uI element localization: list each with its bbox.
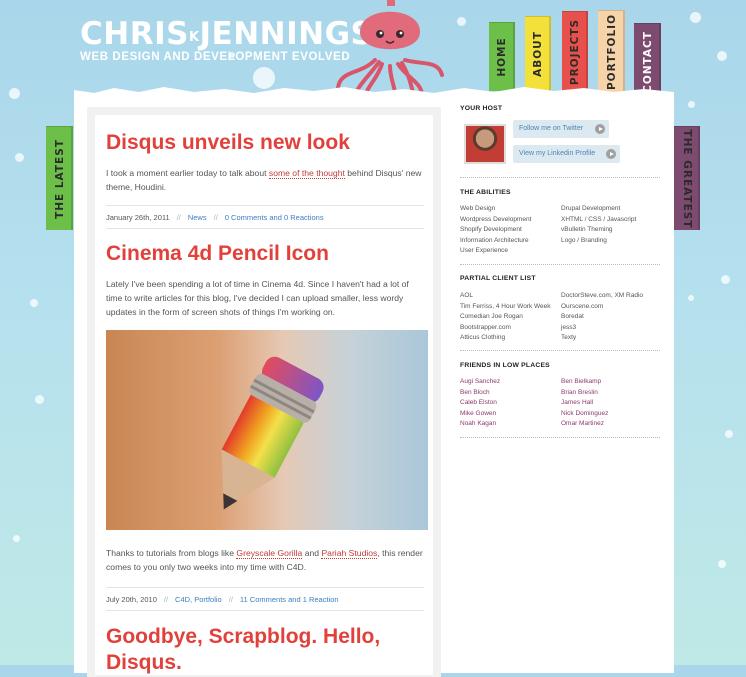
divider — [460, 177, 660, 178]
post-body: Thanks to tutorials from blogs like Grey… — [106, 548, 423, 572]
post-meta: January 26th, 2011//News//0 Comments and… — [106, 213, 324, 222]
bubble — [690, 12, 701, 23]
arrow-right-icon — [606, 149, 616, 159]
abilities-list: Drupal Development XHTML / CSS / Javascr… — [561, 205, 637, 244]
nav-tab-portfolio[interactable]: PORTFOLIO — [598, 10, 625, 93]
bubble — [717, 51, 727, 61]
bubble — [725, 430, 733, 438]
post-date: January 26th, 2011 — [106, 213, 170, 222]
bubble — [721, 275, 730, 284]
bubble — [718, 560, 726, 568]
post-excerpt: I took a moment earlier today to talk ab… — [106, 168, 422, 192]
friends-list[interactable]: Augi Sanchez Ben Bloch Caleb Elston Mike… — [460, 377, 500, 430]
divider — [460, 264, 660, 265]
pencil-render-image — [106, 330, 428, 530]
divider — [460, 437, 660, 438]
divider — [106, 587, 424, 588]
post-link[interactable]: Pariah Studios — [321, 548, 378, 559]
post-category-link[interactable]: C4D, Portfolio — [175, 595, 222, 604]
bubble — [35, 395, 44, 404]
bubble — [688, 295, 694, 301]
post-body: Lately I've been spending a lot of time … — [106, 279, 409, 317]
pencil-icon — [221, 356, 324, 510]
sidebar-heading-friends: FRIENDS IN LOW PLACES — [460, 362, 550, 369]
linkedin-button[interactable]: View my Linkedin Profile — [513, 145, 620, 163]
divider — [106, 610, 424, 611]
post-category-link[interactable]: News — [188, 213, 207, 222]
bubble — [30, 299, 38, 307]
clients-list: DoctorSteve.com, XM Radio Ourscene.com B… — [561, 292, 644, 341]
post-title[interactable]: Disqus unveils new look — [106, 131, 350, 155]
divider — [106, 205, 424, 206]
bubble — [13, 535, 20, 542]
nav-tab-home[interactable]: HOME — [489, 22, 515, 91]
post-title-line: Disqus. — [106, 651, 182, 674]
abilities-list: Web Design Wordpress Development Shopify… — [460, 205, 532, 254]
bubble — [15, 153, 24, 162]
divider — [106, 228, 424, 229]
post-comments-link[interactable]: 11 Comments and 1 Reaction — [240, 595, 339, 604]
post-date: July 20th, 2010 — [106, 595, 157, 604]
divider — [460, 350, 660, 351]
arrow-right-icon — [595, 124, 605, 134]
post-title-line: Goodbye, Scrapblog. Hello, — [106, 625, 381, 648]
post-link[interactable]: some of the thought — [268, 168, 345, 179]
side-tab-the-greatest[interactable]: THE GREATEST — [674, 126, 700, 230]
post-title[interactable]: Cinema 4d Pencil Icon — [106, 242, 329, 266]
side-tab-the-latest[interactable]: THE LATEST — [46, 126, 73, 230]
bubble — [9, 88, 20, 99]
clients-list: AOL Tim Ferriss, 4 Hour Work Week Comedi… — [460, 292, 551, 341]
post-title[interactable]: Goodbye, Scrapblog. Hello, Disqus. — [106, 624, 380, 676]
post-comments-link[interactable]: 0 Comments and 0 Reactions — [225, 213, 324, 222]
avatar — [464, 124, 506, 164]
bubble — [688, 101, 695, 108]
sidebar-heading-host: YOUR HOST — [460, 105, 503, 112]
friends-list[interactable]: Ben Bielkamp Brian Breslin James Hall Ni… — [561, 377, 608, 430]
sidebar-heading-clients: PARTIAL CLIENT LIST — [460, 275, 536, 282]
post-meta: July 20th, 2010//C4D, Portfolio//11 Comm… — [106, 595, 339, 604]
twitter-button[interactable]: Follow me on Twitter — [513, 120, 609, 138]
post-link[interactable]: Greyscale Gorilla — [236, 548, 303, 559]
nav-tab-about[interactable]: ABOUT — [525, 16, 551, 91]
sidebar-heading-abilities: THE ABILITIES — [460, 189, 511, 196]
bubble — [457, 17, 466, 26]
nav-tab-projects[interactable]: PROJECTS — [562, 11, 588, 91]
